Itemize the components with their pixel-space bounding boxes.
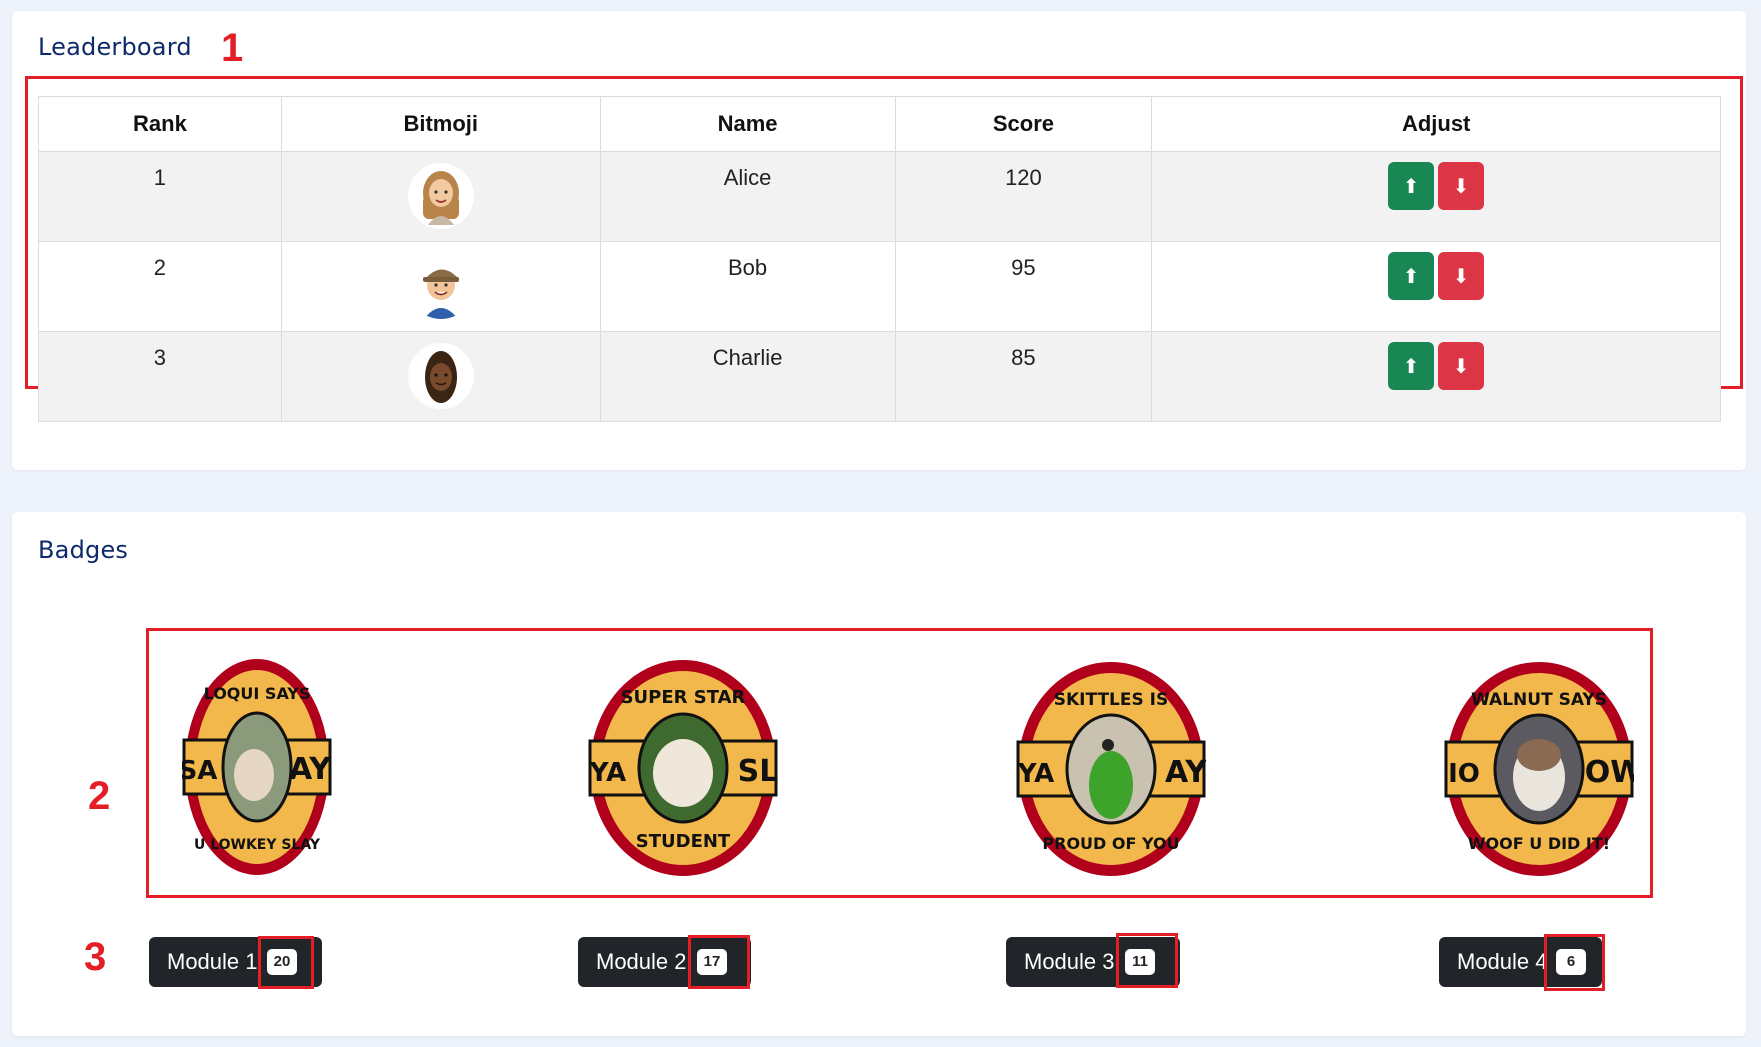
- badge-side-text-left: YA: [589, 758, 626, 788]
- increase-score-button[interactable]: ⬆: [1388, 342, 1435, 390]
- badge-side-text-right: AY: [289, 752, 332, 787]
- arrow-up-icon: ⬆: [1402, 264, 1420, 288]
- bitmoji-charlie-avatar: [407, 343, 474, 409]
- badge-ring-text-top: SUPER STAR: [621, 687, 746, 708]
- badge-skittles-image: SKITTLES IS PROUD OF YOU YA AY: [1016, 662, 1206, 876]
- badge-side-text-right: AY: [1165, 755, 1206, 790]
- rank-cell: 2: [38, 241, 282, 332]
- module-label: Module 3: [1024, 949, 1115, 974]
- annotation-number-2: 2: [88, 774, 111, 818]
- arrow-down-icon: ⬇: [1452, 174, 1470, 198]
- badge-ring-text-top: LOQUI SAYS: [204, 684, 311, 703]
- bitmoji-cell: [280, 331, 601, 422]
- annotation-number-1: 1: [221, 26, 244, 70]
- badge-super-star-image: SUPER STAR STUDENT YA SL: [588, 660, 778, 876]
- rank-cell: 3: [38, 331, 282, 422]
- score-cell: 95: [894, 241, 1153, 332]
- adjust-cell: ⬆ ⬇: [1151, 151, 1721, 242]
- bitmoji-alice-avatar: [407, 163, 474, 229]
- badge-ring-text-top: SKITTLES IS: [1054, 690, 1169, 710]
- annotation-box-badges: [146, 628, 1653, 898]
- name-cell: Charlie: [599, 331, 896, 422]
- leaderboard-title: Leaderboard: [38, 33, 192, 61]
- badge-ring-text-bottom: U LOWKEY SLAY: [194, 837, 321, 853]
- module-label: Module 4: [1457, 949, 1548, 974]
- annotation-number-3: 3: [84, 935, 107, 979]
- rank-cell: 1: [38, 151, 282, 242]
- adjust-cell: ⬆ ⬇: [1151, 241, 1721, 332]
- arrow-up-icon: ⬆: [1402, 174, 1420, 198]
- arrow-up-icon: ⬆: [1402, 354, 1420, 378]
- leaderboard-table: Rank Bitmoji Name Score Adjust 1 Alice 1…: [38, 96, 1721, 422]
- score-cell: 120: [894, 151, 1153, 242]
- header-name: Name: [599, 96, 896, 152]
- badges-title: Badges: [38, 536, 129, 564]
- score-cell: 85: [894, 331, 1153, 422]
- module-label: Module 1: [167, 949, 258, 974]
- module-label: Module 2: [596, 949, 687, 974]
- annotation-box-count-4: [1544, 934, 1605, 991]
- badge-side-text-left: YA: [1017, 759, 1054, 789]
- table-row: 2 Bob 95 ⬆ ⬇: [38, 241, 1721, 332]
- badge-ring-text-bottom: WOOF U DID IT!: [1468, 834, 1610, 853]
- adjust-cell: ⬆ ⬇: [1151, 331, 1721, 422]
- increase-score-button[interactable]: ⬆: [1388, 162, 1435, 210]
- badge-side-text-right: SL: [738, 754, 778, 789]
- bitmoji-bob-avatar: [407, 253, 474, 319]
- table-row: 3 Charlie 85 ⬆ ⬇: [38, 331, 1721, 422]
- header-bitmoji: Bitmoji: [280, 96, 601, 152]
- annotation-box-count-1: [258, 936, 314, 989]
- badge-loqui-image: LOQUI SAYS U LOWKEY SLAY SA AY: [182, 659, 332, 875]
- badge-side-text-left: IO: [1448, 759, 1480, 789]
- name-cell: Bob: [599, 241, 896, 332]
- table-row: 1 Alice 120 ⬆ ⬇: [38, 151, 1721, 242]
- decrease-score-button[interactable]: ⬇: [1438, 342, 1485, 390]
- header-rank: Rank: [38, 96, 282, 152]
- badge-ring-text-top: WALNUT SAYS: [1471, 690, 1607, 710]
- bitmoji-cell: [280, 241, 601, 332]
- badge-walnut-image: WALNUT SAYS WOOF U DID IT! IO OW: [1444, 662, 1634, 876]
- bitmoji-cell: [280, 151, 601, 242]
- decrease-score-button[interactable]: ⬇: [1438, 252, 1485, 300]
- header-adjust: Adjust: [1151, 96, 1721, 152]
- increase-score-button[interactable]: ⬆: [1388, 252, 1435, 300]
- annotation-box-count-2: [688, 935, 750, 989]
- arrow-down-icon: ⬇: [1452, 264, 1470, 288]
- annotation-box-count-3: [1116, 933, 1178, 988]
- arrow-down-icon: ⬇: [1452, 354, 1470, 378]
- badge-ring-text-bottom: STUDENT: [636, 831, 731, 852]
- name-cell: Alice: [599, 151, 896, 242]
- badge-side-text-right: OW: [1585, 755, 1634, 790]
- header-score: Score: [894, 96, 1153, 152]
- badge-side-text-left: SA: [182, 756, 217, 786]
- badge-ring-text-bottom: PROUD OF YOU: [1042, 834, 1179, 853]
- table-header-row: Rank Bitmoji Name Score Adjust: [38, 96, 1721, 152]
- decrease-score-button[interactable]: ⬇: [1438, 162, 1485, 210]
